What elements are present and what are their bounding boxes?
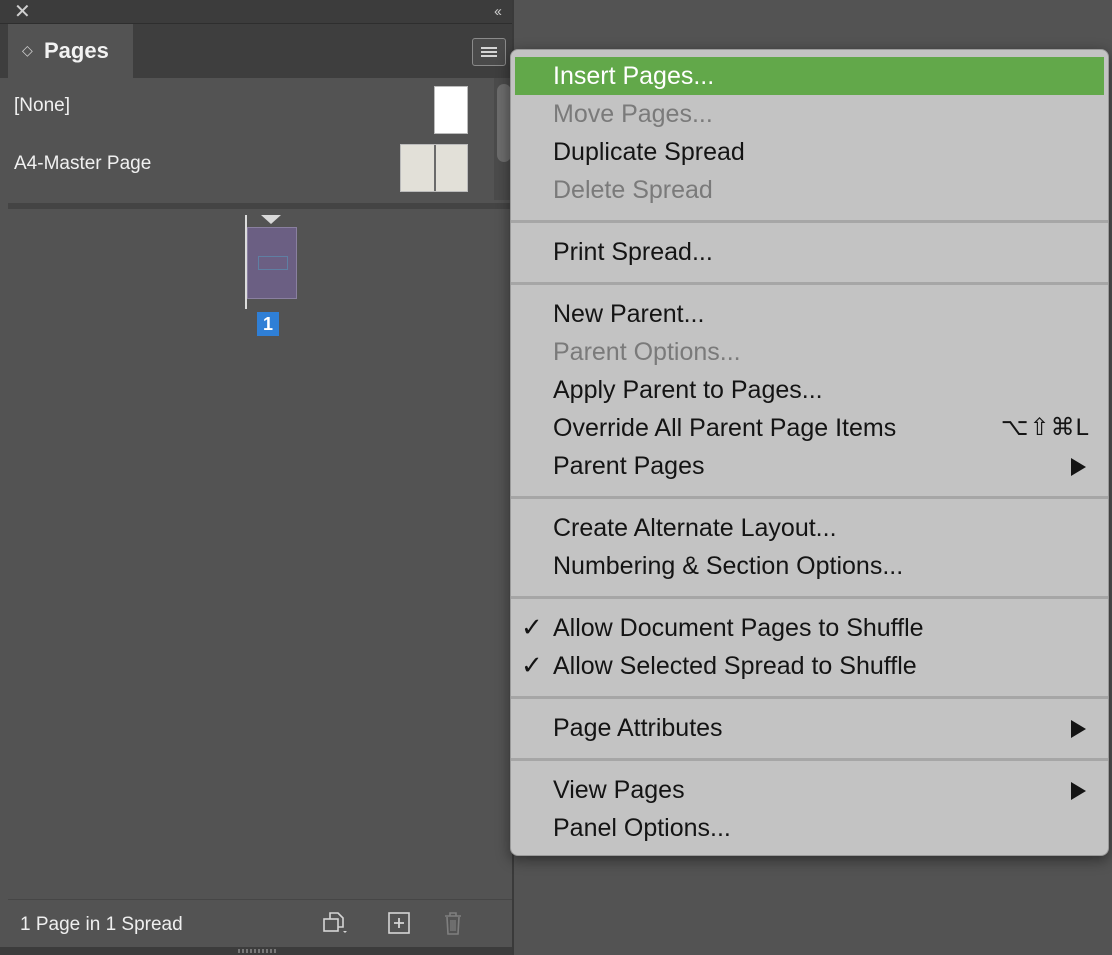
checkmark-icon: ✓ <box>521 650 543 680</box>
pages-panel-menu: Insert Pages... Move Pages... Duplicate … <box>510 49 1109 856</box>
menu-item-view-pages[interactable]: View Pages <box>515 771 1104 809</box>
panel-tab-row: ◇ Pages <box>0 24 512 78</box>
menu-item-label: Override All Parent Page Items <box>553 414 897 442</box>
menu-item-create-alternate-layout[interactable]: Create Alternate Layout... <box>515 509 1104 547</box>
menu-shortcut: ⌥⇧⌘L <box>1000 414 1090 441</box>
menu-item-label: Page Attributes <box>553 714 723 742</box>
parent-a4-thumbnail[interactable] <box>400 144 468 192</box>
menu-item-label: Move Pages... <box>553 100 713 128</box>
menu-item-page-attributes[interactable]: Page Attributes <box>515 709 1104 747</box>
menu-item-label: Apply Parent to Pages... <box>553 376 823 404</box>
panel-title-bar: ✕ ‹‹ <box>0 0 512 24</box>
checkmark-icon: ✓ <box>521 612 543 642</box>
menu-item-label: Create Alternate Layout... <box>553 514 837 542</box>
menu-item-label: Insert Pages... <box>553 62 715 90</box>
panel-menu-icon[interactable] <box>472 38 506 66</box>
panel-footer: 1 Page in 1 Spread <box>8 899 512 947</box>
document-pages-area: 1 <box>8 209 512 899</box>
tab-pages-label: Pages <box>44 38 109 63</box>
parent-item-none[interactable]: [None] <box>8 78 486 136</box>
menu-item-insert-pages[interactable]: Insert Pages... <box>515 57 1104 95</box>
menu-item-label: Print Spread... <box>553 238 713 266</box>
edit-page-size-icon[interactable] <box>322 910 348 936</box>
menu-separator <box>511 220 1108 223</box>
menu-item-label: View Pages <box>553 776 685 804</box>
menu-separator <box>511 282 1108 285</box>
menu-item-numbering-section[interactable]: Numbering & Section Options... <box>515 547 1104 585</box>
menu-item-parent-options: Parent Options... <box>515 333 1104 371</box>
page-number-badge[interactable]: 1 <box>257 312 279 336</box>
menu-item-allow-spread-shuffle[interactable]: ✓ Allow Selected Spread to Shuffle <box>515 647 1104 685</box>
pages-panel: ✕ ‹‹ ◇ Pages [None] A4-Master Page 1 1 P… <box>0 0 514 955</box>
menu-item-override-parent-items[interactable]: Override All Parent Page Items ⌥⇧⌘L <box>515 409 1104 447</box>
parent-none-thumbnail[interactable] <box>434 86 468 134</box>
resize-grip-icon[interactable] <box>238 949 278 953</box>
menu-item-allow-document-shuffle[interactable]: ✓ Allow Document Pages to Shuffle <box>515 609 1104 647</box>
new-page-icon[interactable] <box>386 910 412 936</box>
menu-item-panel-options[interactable]: Panel Options... <box>515 809 1104 847</box>
page-thumbnail[interactable] <box>247 227 297 299</box>
parent-item-label: [None] <box>14 95 70 116</box>
menu-item-label: Allow Document Pages to Shuffle <box>553 614 924 642</box>
menu-item-delete-spread: Delete Spread <box>515 171 1104 209</box>
menu-item-move-pages: Move Pages... <box>515 95 1104 133</box>
menu-item-label: Numbering & Section Options... <box>553 552 904 580</box>
menu-item-label: Parent Options... <box>553 338 741 366</box>
menu-item-parent-pages[interactable]: Parent Pages <box>515 447 1104 485</box>
scrollbar-thumb[interactable] <box>497 84 511 162</box>
menu-separator <box>511 596 1108 599</box>
collapse-panel-icon[interactable]: ‹‹ <box>494 2 502 22</box>
menu-item-print-spread[interactable]: Print Spread... <box>515 233 1104 271</box>
menu-item-apply-parent[interactable]: Apply Parent to Pages... <box>515 371 1104 409</box>
parent-item-label: A4-Master Page <box>14 153 152 174</box>
menu-item-label: Parent Pages <box>553 452 705 480</box>
close-icon[interactable]: ✕ <box>14 1 31 23</box>
menu-item-label: New Parent... <box>553 300 705 328</box>
menu-item-new-parent[interactable]: New Parent... <box>515 295 1104 333</box>
spread-marker-icon <box>261 215 281 224</box>
menu-item-label: Duplicate Spread <box>553 138 745 166</box>
menu-separator <box>511 758 1108 761</box>
page-count-status: 1 Page in 1 Spread <box>20 914 183 935</box>
delete-page-icon[interactable] <box>440 910 466 936</box>
submenu-arrow-icon <box>1071 458 1086 476</box>
parent-pages-list: [None] A4-Master Page <box>8 78 512 204</box>
tab-pages[interactable]: ◇ Pages <box>8 24 133 78</box>
menu-item-duplicate-spread[interactable]: Duplicate Spread <box>515 133 1104 171</box>
menu-separator <box>511 496 1108 499</box>
submenu-arrow-icon <box>1071 782 1086 800</box>
menu-item-label: Delete Spread <box>553 176 713 204</box>
submenu-arrow-icon <box>1071 720 1086 738</box>
updown-chevron-icon: ◇ <box>22 42 33 58</box>
menu-item-label: Allow Selected Spread to Shuffle <box>553 652 917 680</box>
menu-separator <box>511 696 1108 699</box>
menu-item-label: Panel Options... <box>553 814 731 842</box>
